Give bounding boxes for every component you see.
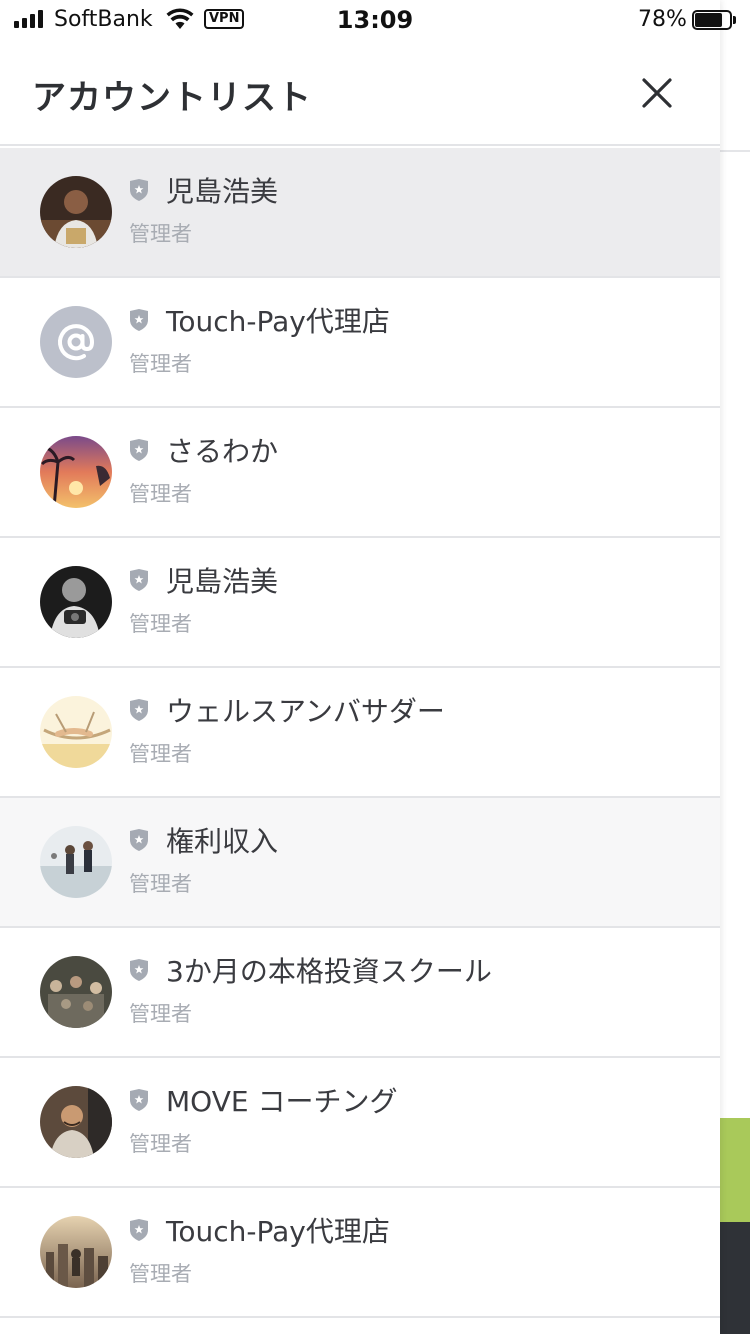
account-row[interactable]: MOVE コーチング 管理者 [0,1058,720,1188]
close-icon[interactable] [636,72,678,114]
avatar [40,1086,112,1158]
account-row[interactable]: Touch-Pay代理店 管理者 [0,1188,720,1318]
account-role: 管理者 [129,872,192,896]
avatar [40,176,112,248]
status-bar: SoftBank VPN 13:09 78% [0,0,750,40]
avatar [40,436,112,508]
account-name: ウェルスアンバサダー [166,695,445,728]
account-row[interactable]: 児島浩美 管理者 [0,148,720,278]
panel-header: アカウントリスト [0,40,720,146]
shield-icon [130,959,148,981]
account-role: 管理者 [129,482,192,506]
account-name: 児島浩美 [166,565,279,598]
panel-title: アカウントリスト [32,78,312,118]
account-row[interactable]: Touch-Pay代理店 管理者 [0,278,720,408]
account-name: 権利収入 [166,825,279,858]
background-green-button [720,1118,750,1222]
shield-icon [130,569,148,591]
battery-percent: 78% [638,7,687,32]
account-list-panel: アカウントリスト 児島浩美 管理者 Touch-Pay代理店 管理者 さるわか … [0,0,720,1334]
account-name: さるわか [166,435,279,468]
avatar [40,566,112,638]
account-name: Touch-Pay代理店 [166,1215,390,1248]
background-dark-bar [720,1222,750,1334]
account-name: 3か月の本格投資スクール [166,955,492,988]
shield-icon [130,439,148,461]
account-row[interactable]: 権利収入 管理者 [0,798,720,928]
account-role: 管理者 [129,1132,192,1156]
account-role: 管理者 [129,1262,192,1286]
battery-icon [692,10,736,30]
shield-icon [130,309,148,331]
account-name: MOVE コーチング [166,1085,398,1118]
avatar [40,1216,112,1288]
account-row[interactable]: さるわか 管理者 [0,408,720,538]
account-row[interactable]: ウェルスアンバサダー 管理者 [0,668,720,798]
shield-icon [130,699,148,721]
avatar [40,696,112,768]
shield-icon [130,179,148,201]
account-name: 児島浩美 [166,175,279,208]
account-role: 管理者 [129,222,192,246]
avatar [40,956,112,1028]
account-list: 児島浩美 管理者 Touch-Pay代理店 管理者 さるわか 管理者 児島浩美 … [0,148,720,1318]
shield-icon [130,1089,148,1111]
account-row[interactable]: 児島浩美 管理者 [0,538,720,668]
avatar [40,826,112,898]
account-row[interactable]: 3か月の本格投資スクール 管理者 [0,928,720,1058]
shield-icon [130,829,148,851]
shield-icon [130,1219,148,1241]
account-name: Touch-Pay代理店 [166,305,390,338]
background-divider [720,150,750,152]
account-role: 管理者 [129,1002,192,1026]
account-role: 管理者 [129,612,192,636]
account-role: 管理者 [129,742,192,766]
account-role: 管理者 [129,352,192,376]
at-sign-icon [40,306,112,378]
